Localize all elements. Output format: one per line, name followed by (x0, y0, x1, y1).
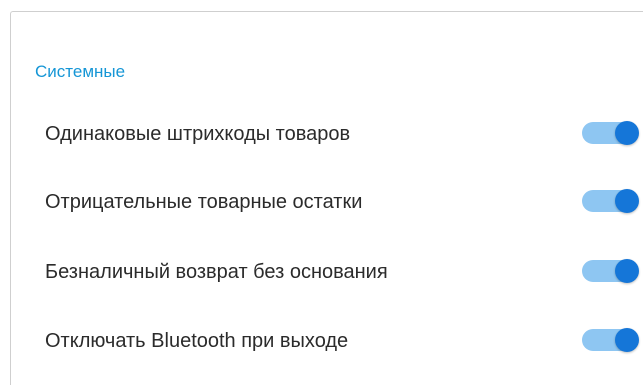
setting-label: Отрицательные товарные остатки (45, 191, 363, 213)
identical-barcodes-toggle[interactable] (582, 121, 642, 145)
setting-row-cashless-return[interactable]: Безналичный возврат без основания (10, 246, 643, 296)
setting-row-negative-stock[interactable]: Отрицательные товарные остатки (10, 176, 643, 226)
setting-label: Одинаковые штрихкоды товаров (45, 123, 351, 145)
setting-label: Отключать Bluetooth при выходе (45, 330, 349, 352)
setting-label: Безналичный возврат без основания (45, 261, 388, 283)
setting-row-bluetooth-off[interactable]: Отключать Bluetooth при выходе (10, 315, 643, 365)
toggle-thumb (615, 189, 639, 213)
section-title: Системные (35, 62, 126, 81)
cashless-return-toggle[interactable] (582, 259, 642, 283)
setting-row-identical-barcodes[interactable]: Одинаковые штрихкоды товаров (10, 108, 643, 158)
negative-stock-toggle[interactable] (582, 189, 642, 213)
bluetooth-off-toggle[interactable] (582, 328, 642, 352)
toggle-thumb (615, 259, 639, 283)
toggle-thumb (615, 121, 639, 145)
toggle-thumb (615, 328, 639, 352)
